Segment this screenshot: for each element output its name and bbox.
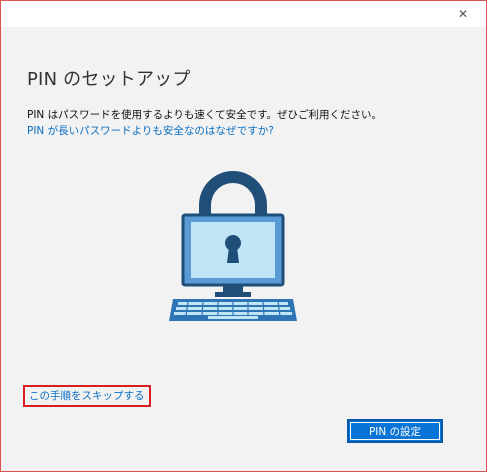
pin-setup-dialog: ✕ PIN のセットアップ PIN はパスワードを使用するよりも速くて安全です。… [0,0,487,472]
dialog-title: PIN のセットアップ [27,69,191,90]
lock-computer-svg [169,171,297,321]
close-button[interactable]: ✕ [440,1,486,27]
set-pin-button-label: PIN の設定 [368,425,422,438]
why-pin-link[interactable]: PIN が長いパスワードよりも安全なのはなぜですか? [27,123,274,138]
dialog-content: PIN のセットアップ PIN はパスワードを使用するよりも速くて安全です。ぜひ… [1,27,486,471]
title-bar: ✕ [1,1,486,27]
set-pin-button[interactable]: PIN の設定 [347,419,443,443]
close-icon: ✕ [457,7,469,21]
lock-computer-icon [163,165,303,325]
skip-step-link[interactable]: この手順をスキップする [23,385,151,407]
dialog-description: PIN はパスワードを使用するよりも速くて安全です。ぜひご利用ください。 [27,109,383,121]
